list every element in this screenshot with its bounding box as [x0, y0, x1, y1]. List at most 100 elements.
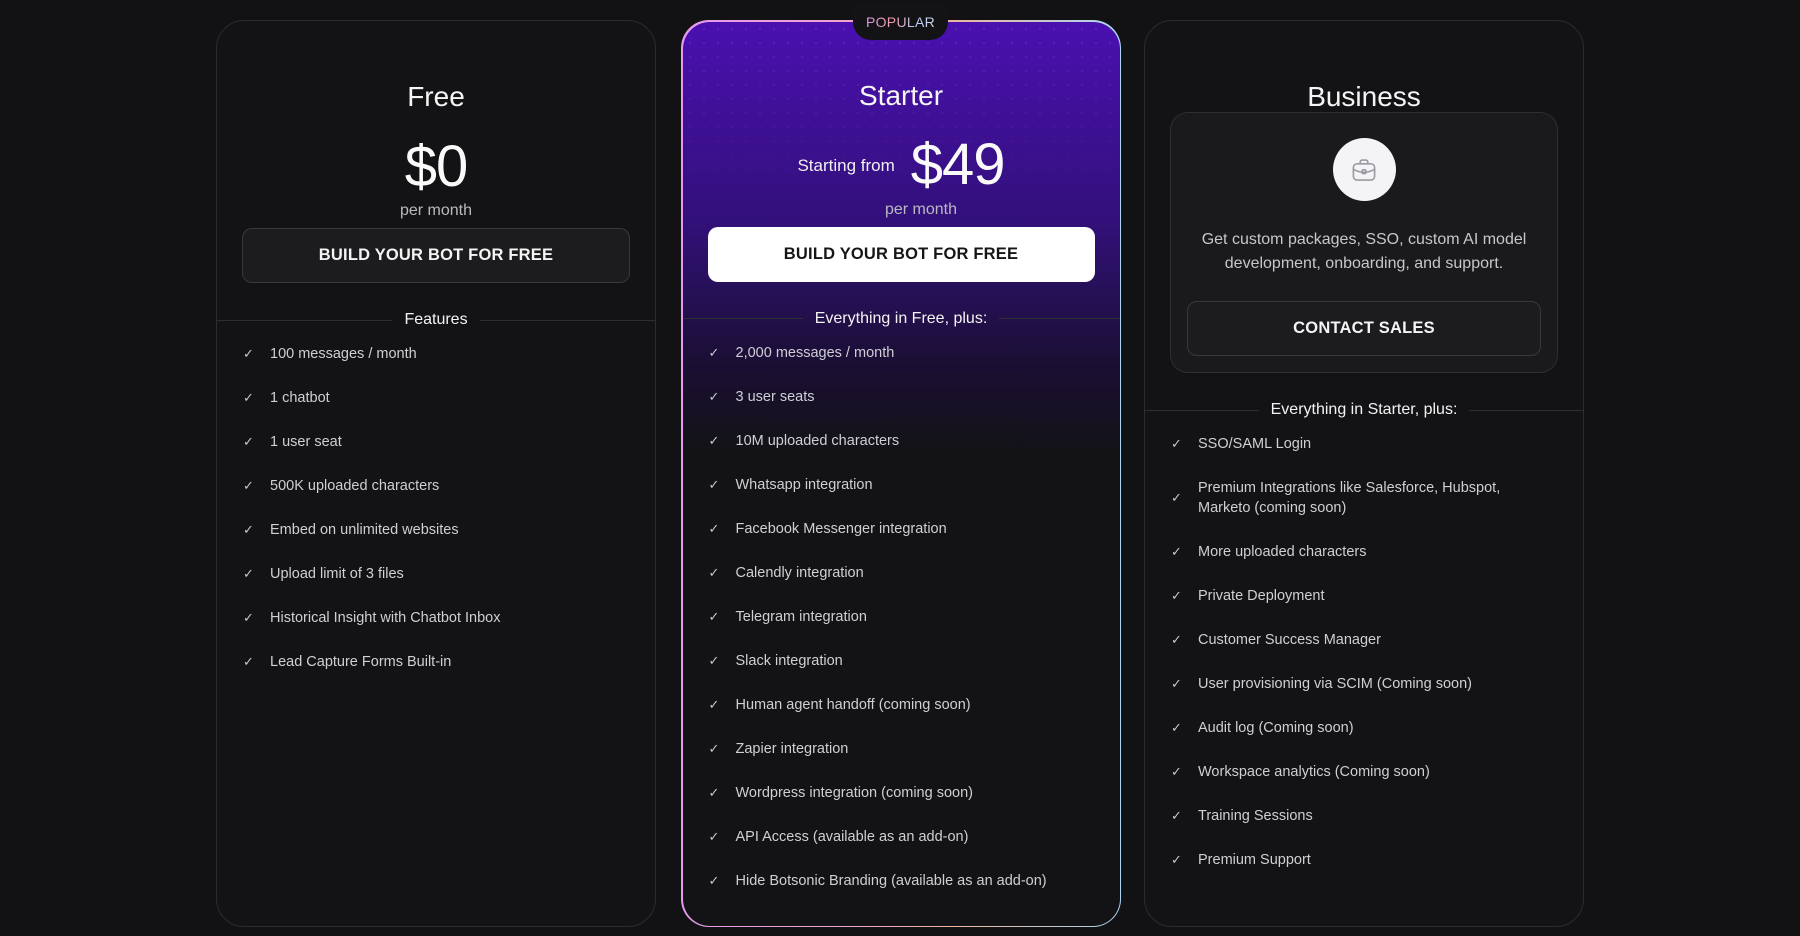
- feature-text: User provisioning via SCIM (Coming soon): [1198, 676, 1472, 692]
- feature-item: ✓ Training Sessions: [1171, 794, 1543, 838]
- popular-badge: POPULAR: [853, 4, 948, 40]
- feature-item: ✓ API Access (available as an add-on): [709, 815, 1100, 859]
- feature-item: ✓ 1 user seat: [243, 420, 635, 464]
- check-icon: ✓: [243, 610, 254, 625]
- features-heading: Features: [404, 311, 468, 328]
- check-icon: ✓: [708, 696, 720, 712]
- feature-text: 3 user seats: [735, 388, 815, 405]
- divider-line: [1469, 409, 1584, 411]
- feature-item: ✓ Slack integration: [709, 639, 1100, 683]
- business-description: Get custom packages, SSO, custom AI mode…: [1201, 231, 1527, 272]
- feature-item: ✓ Hide Botsonic Branding (available as an…: [709, 859, 1100, 903]
- plan-title: Starter: [858, 79, 944, 111]
- feature-item: ✓ Wordpress integration (coming soon): [709, 771, 1100, 815]
- feature-item: ✓ Audit log (Coming soon): [1171, 706, 1543, 750]
- feature-text: Premium Support: [1198, 852, 1311, 868]
- feature-text: 1 chatbot: [270, 390, 330, 406]
- check-icon: ✓: [708, 476, 720, 492]
- feature-text: Workspace analytics (Coming soon): [1198, 764, 1430, 780]
- build-bot-free-button[interactable]: BUILD YOUR BOT FOR FREE: [242, 228, 630, 283]
- feature-text: Premium Integrations like Salesforce, Hu…: [1198, 480, 1501, 516]
- features-divider: Everything in Free, plus:: [682, 308, 1120, 330]
- feature-text: Zapier integration: [735, 740, 849, 757]
- plan-title: Free: [407, 81, 465, 112]
- divider-line: [682, 318, 803, 319]
- check-icon: ✓: [243, 390, 254, 405]
- check-icon: ✓: [243, 566, 254, 581]
- build-bot-starter-button[interactable]: BUILD YOUR BOT FOR FREE: [707, 226, 1095, 282]
- plan-card-business: Business Get custom packages, SSO, custo…: [1144, 20, 1584, 927]
- feature-text: Embed on unlimited websites: [270, 522, 459, 538]
- contact-sales-button[interactable]: CONTACT SALES: [1187, 301, 1541, 356]
- check-icon: ✓: [1171, 676, 1182, 691]
- feature-text: SSO/SAML Login: [1198, 436, 1312, 452]
- plan-title: Business: [1307, 81, 1421, 112]
- check-icon: ✓: [243, 434, 254, 449]
- check-icon: ✓: [1171, 632, 1182, 647]
- feature-item: ✓ 2,000 messages / month: [709, 331, 1100, 375]
- plan-card-starter: Starter Starting from $49 per month BUIL…: [681, 20, 1121, 927]
- features-heading: Everything in Starter, plus:: [1270, 401, 1458, 418]
- feature-text: 10M uploaded characters: [735, 432, 900, 449]
- check-icon: ✓: [708, 740, 720, 756]
- feature-item: ✓ Calendly integration: [709, 551, 1100, 595]
- business-contact-box: Get custom packages, SSO, custom AI mode…: [1170, 112, 1558, 373]
- features-heading: Everything in Free, plus:: [814, 309, 988, 327]
- starter-card-body: Starter Starting from $49 per month BUIL…: [682, 21, 1120, 926]
- check-icon: ✓: [243, 346, 254, 361]
- feature-text: Telegram integration: [735, 608, 867, 625]
- feature-item: ✓ Workspace analytics (Coming soon): [1171, 750, 1543, 794]
- plan-price: $0: [404, 133, 469, 199]
- check-icon: ✓: [708, 388, 720, 404]
- check-icon: ✓: [243, 522, 254, 537]
- check-icon: ✓: [1171, 544, 1182, 559]
- check-icon: ✓: [708, 344, 720, 360]
- check-icon: ✓: [708, 828, 720, 844]
- price-row: Starting from $49: [683, 130, 1120, 200]
- check-icon: ✓: [243, 654, 254, 669]
- feature-text: API Access (available as an add-on): [735, 828, 969, 845]
- feature-text: Wordpress integration (coming soon): [735, 784, 973, 801]
- check-icon: ✓: [1171, 808, 1182, 823]
- check-icon: ✓: [708, 608, 720, 624]
- check-icon: ✓: [243, 478, 254, 493]
- feature-text: Private Deployment: [1198, 588, 1325, 604]
- features-divider: Everything in Starter, plus:: [1145, 399, 1584, 421]
- feature-item: ✓ 10M uploaded characters: [709, 419, 1100, 463]
- feature-text: Audit log (Coming soon): [1198, 720, 1354, 736]
- feature-text: Whatsapp integration: [735, 476, 873, 493]
- feature-item: ✓ 3 user seats: [709, 375, 1100, 419]
- feature-item: ✓ Lead Capture Forms Built-in: [243, 640, 635, 684]
- feature-item: ✓ 100 messages / month: [243, 332, 635, 376]
- feature-text: Hide Botsonic Branding (available as an …: [735, 872, 1047, 889]
- briefcase-icon: [1332, 138, 1396, 201]
- feature-item: ✓ Premium Integrations like Salesforce, H…: [1171, 466, 1543, 530]
- feature-text: 500K uploaded characters: [270, 478, 440, 494]
- check-icon: ✓: [708, 432, 720, 448]
- price-row: $0: [217, 131, 655, 201]
- features-divider: Features: [217, 309, 656, 331]
- feature-item: ✓ User provisioning via SCIM (Coming soon…: [1171, 662, 1543, 706]
- feature-item: ✓ Human agent handoff (coming soon): [709, 683, 1100, 727]
- feature-item: ✓ Private Deployment: [1171, 574, 1543, 618]
- price-period: per month: [884, 200, 958, 218]
- feature-text: Human agent handoff (coming soon): [735, 696, 971, 713]
- feature-text: 100 messages / month: [270, 346, 417, 362]
- feature-item: ✓ Facebook Messenger integration: [709, 507, 1100, 551]
- check-icon: ✓: [708, 784, 720, 800]
- feature-text: Slack integration: [735, 652, 843, 669]
- feature-text: More uploaded characters: [1198, 544, 1367, 560]
- feature-text: Facebook Messenger integration: [735, 520, 947, 537]
- price-prefix: Starting from: [797, 155, 895, 175]
- feature-item: ✓ Telegram integration: [709, 595, 1100, 639]
- check-icon: ✓: [1171, 852, 1182, 867]
- check-icon: ✓: [708, 872, 720, 888]
- feature-text: Customer Success Manager: [1198, 632, 1381, 648]
- feature-item: ✓ Embed on unlimited websites: [243, 508, 635, 552]
- feature-text: 2,000 messages / month: [735, 344, 895, 361]
- feature-item: ✓ 500K uploaded characters: [243, 464, 635, 508]
- feature-item: ✓ Zapier integration: [709, 727, 1100, 771]
- feature-text: Calendly integration: [735, 564, 864, 581]
- feature-item: ✓ 1 chatbot: [243, 376, 635, 420]
- feature-item: ✓ Upload limit of 3 files: [243, 552, 635, 596]
